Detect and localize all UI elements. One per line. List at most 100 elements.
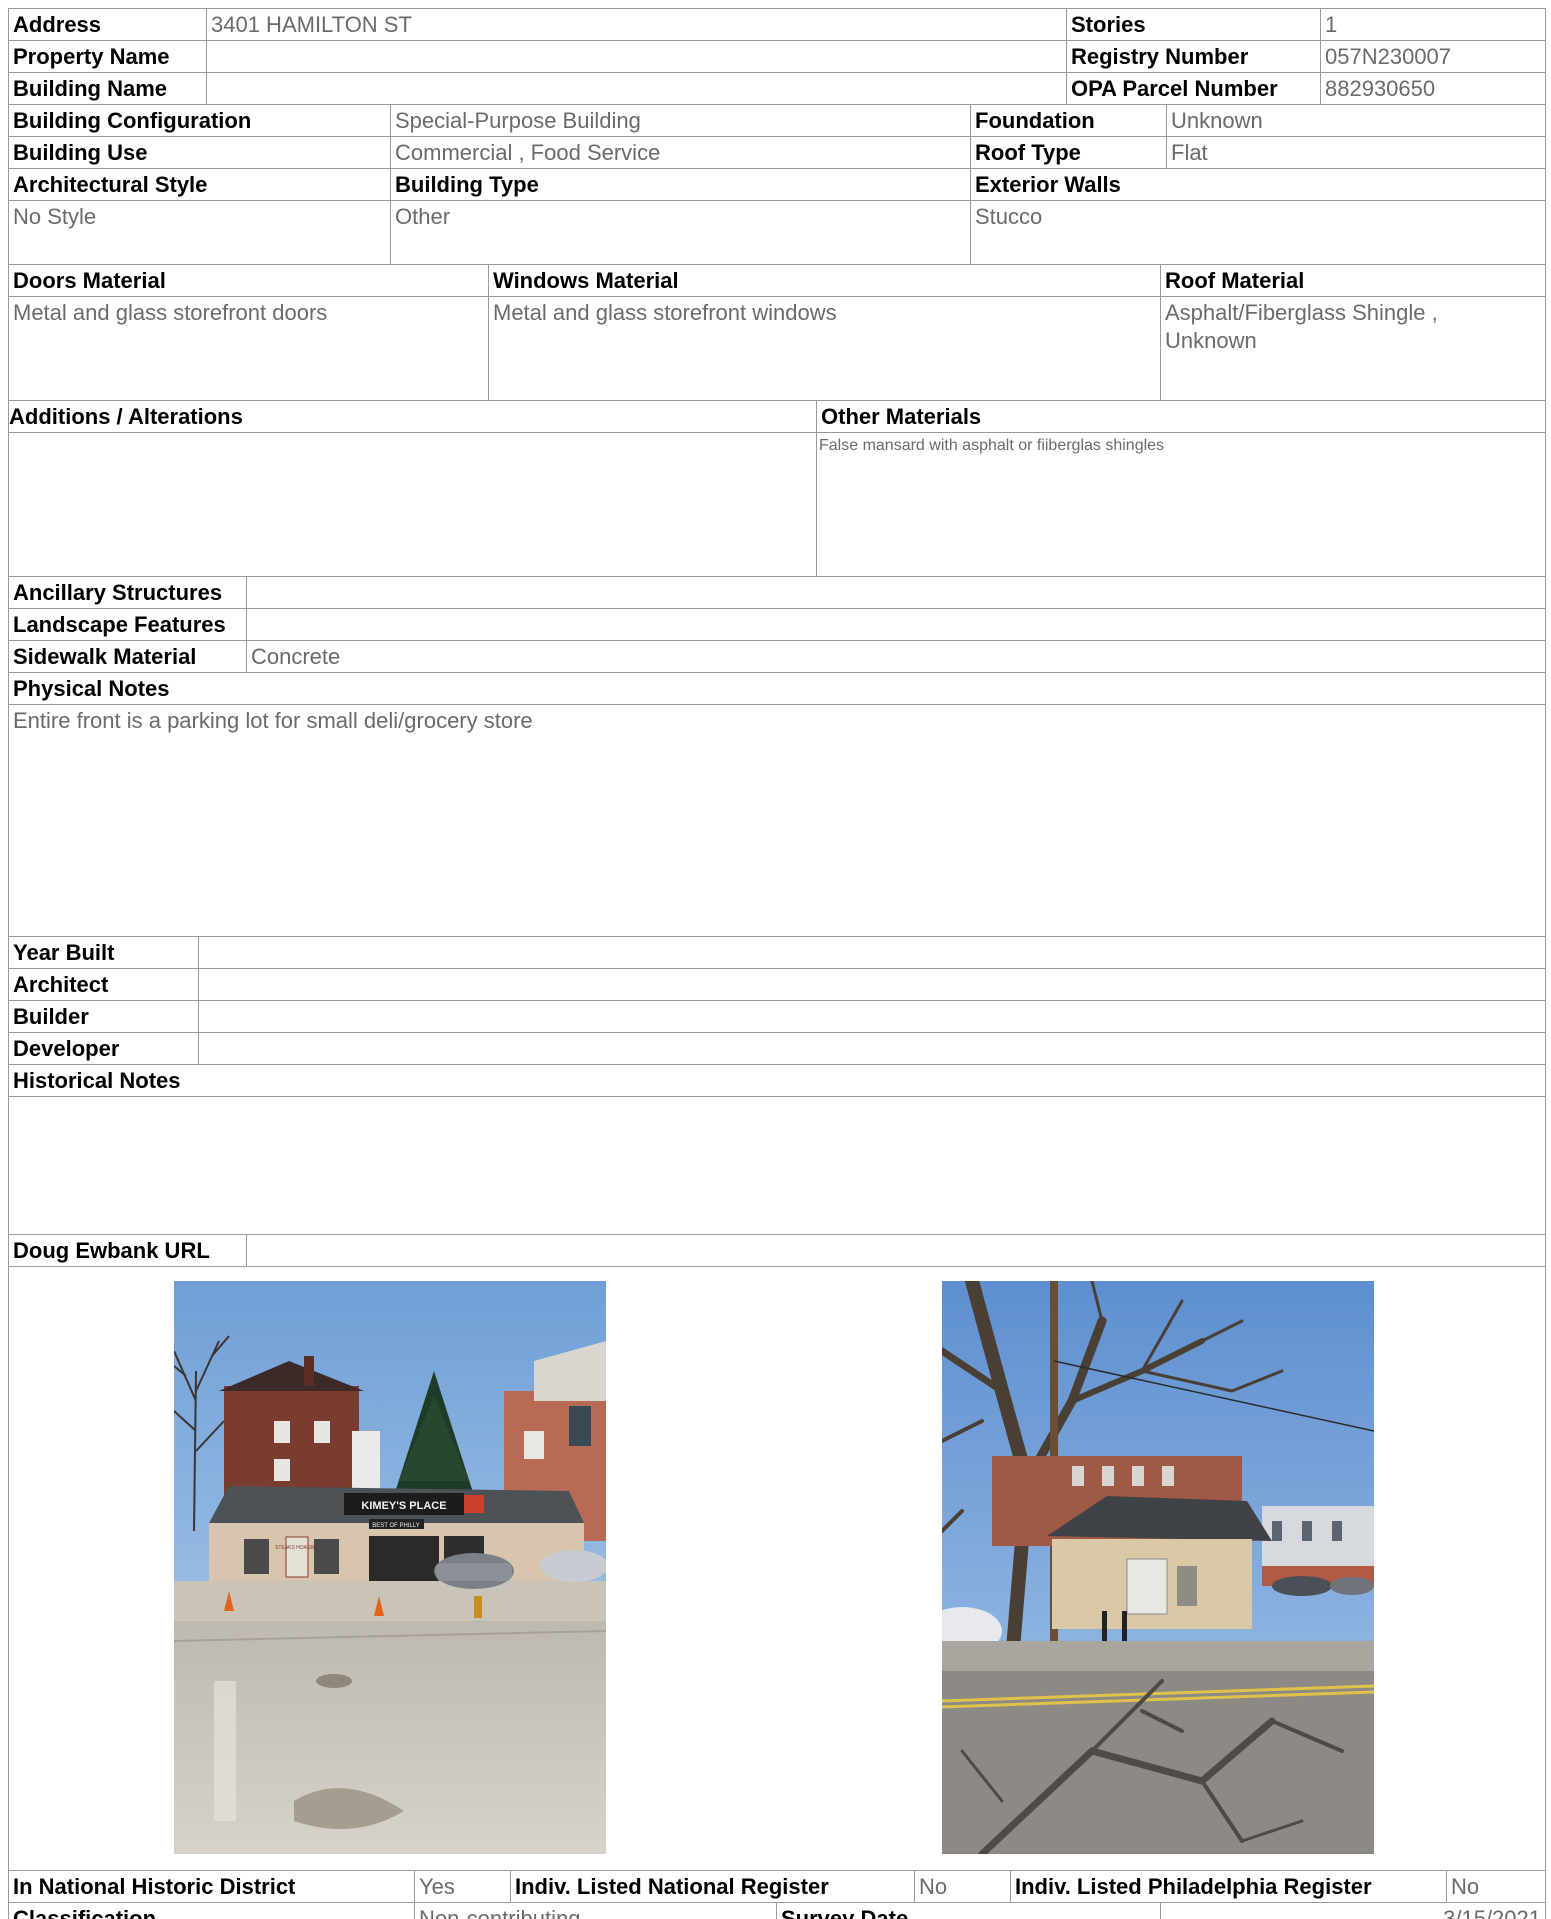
builder-value xyxy=(198,1000,1546,1032)
other-materials-value: False mansard with asphalt or fiiberglas… xyxy=(816,432,1546,576)
registry-number-value: 057N230007 xyxy=(1320,40,1546,72)
property-name-row: Property Name Registry Number 057N230007 xyxy=(8,40,1546,72)
storefront-small-sign: BEST OF PHILLY xyxy=(372,1523,419,1529)
builder-label: Builder xyxy=(8,1000,198,1032)
windows-material-label: Windows Material xyxy=(488,264,1160,296)
architect-row: Architect xyxy=(8,968,1546,1000)
roof-material-value-line1: Asphalt/Fiberglass Shingle , xyxy=(1165,300,1438,325)
roof-type-value: Flat xyxy=(1166,136,1546,168)
doug-ewbank-row: Doug Ewbank URL xyxy=(8,1234,1546,1266)
building-config-value: Special-Purpose Building xyxy=(390,104,970,136)
additions-label: Additions / Alterations xyxy=(8,400,816,432)
indiv-philadelphia-register-label: Indiv. Listed Philadelphia Register xyxy=(1010,1870,1446,1902)
photos-row: KIMEY'S PLACE BEST OF PHILLY STEAKS HOAG… xyxy=(8,1266,1546,1870)
architect-label: Architect xyxy=(8,968,198,1000)
architect-value xyxy=(198,968,1546,1000)
foundation-value: Unknown xyxy=(1166,104,1546,136)
style-values-row: No Style Other Stucco xyxy=(8,200,1546,264)
building-use-row: Building Use Commercial , Food Service R… xyxy=(8,136,1546,168)
exterior-walls-label: Exterior Walls xyxy=(970,168,1546,200)
additions-value xyxy=(8,432,816,576)
doug-ewbank-url-label: Doug Ewbank URL xyxy=(8,1234,246,1266)
building-type-label: Building Type xyxy=(390,168,970,200)
storefront-sign-text: KIMEY'S PLACE xyxy=(361,1500,446,1512)
windows-material-value: Metal and glass storefront windows xyxy=(488,296,1160,400)
roof-material-value-line2: Unknown xyxy=(1165,328,1257,353)
roof-type-label: Roof Type xyxy=(970,136,1166,168)
additions-values-row: False mansard with asphalt or fiiberglas… xyxy=(8,432,1546,576)
building-type-value: Other xyxy=(390,200,970,264)
sidewalk-row: Sidewalk Material Concrete xyxy=(8,640,1546,672)
register-row: In National Historic District Yes Indiv.… xyxy=(8,1870,1546,1902)
building-name-label: Building Name xyxy=(8,72,206,104)
property-survey-form: Address 3401 HAMILTON ST Stories 1 Prope… xyxy=(8,8,1546,1919)
address-value: 3401 HAMILTON ST xyxy=(206,8,1066,40)
sidewalk-material-label: Sidewalk Material xyxy=(8,640,246,672)
roof-material-label: Roof Material xyxy=(1160,264,1546,296)
developer-row: Developer xyxy=(8,1032,1546,1064)
national-historic-district-value: Yes xyxy=(414,1870,510,1902)
sidewalk-material-value: Concrete xyxy=(246,640,1546,672)
survey-date-value: 3/15/2021 xyxy=(1160,1902,1546,1919)
landscape-features-value xyxy=(246,608,1546,640)
arch-style-value: No Style xyxy=(8,200,390,264)
doors-material-value: Metal and glass storefront doors xyxy=(8,296,488,400)
classification-value: Non-contributing xyxy=(414,1902,776,1919)
foundation-label: Foundation xyxy=(970,104,1166,136)
developer-label: Developer xyxy=(8,1032,198,1064)
arch-style-label: Architectural Style xyxy=(8,168,390,200)
window-sign-text: STEAKS HOAGIES xyxy=(275,1545,320,1551)
registry-number-label: Registry Number xyxy=(1066,40,1320,72)
property-name-value xyxy=(206,40,1066,72)
survey-date-label: Survey Date xyxy=(776,1902,1160,1919)
physical-notes-label-row: Physical Notes xyxy=(8,672,1546,704)
materials-labels-row: Doors Material Windows Material Roof Mat… xyxy=(8,264,1546,296)
doors-material-label: Doors Material xyxy=(8,264,488,296)
stories-label: Stories xyxy=(1066,8,1320,40)
address-label: Address xyxy=(8,8,206,40)
opa-parcel-label: OPA Parcel Number xyxy=(1066,72,1320,104)
style-labels-row: Architectural Style Building Type Exteri… xyxy=(8,168,1546,200)
indiv-national-register-label: Indiv. Listed National Register xyxy=(510,1870,914,1902)
exterior-walls-value: Stucco xyxy=(970,200,1546,264)
physical-notes-value-row: Entire front is a parking lot for small … xyxy=(8,704,1546,936)
ancillary-row: Ancillary Structures xyxy=(8,576,1546,608)
materials-values-row: Metal and glass storefront doors Metal a… xyxy=(8,296,1546,400)
other-materials-label: Other Materials xyxy=(816,400,1546,432)
developer-value xyxy=(198,1032,1546,1064)
classification-label: Classification xyxy=(8,1902,414,1919)
historical-notes-label-row: Historical Notes xyxy=(8,1064,1546,1096)
building-name-value xyxy=(206,72,1066,104)
historical-notes-value xyxy=(8,1096,1546,1234)
stories-value: 1 xyxy=(1320,8,1546,40)
historical-notes-value-row xyxy=(8,1096,1546,1234)
year-built-row: Year Built xyxy=(8,936,1546,968)
national-historic-district-label: In National Historic District xyxy=(8,1870,414,1902)
building-photo-storefront: KIMEY'S PLACE BEST OF PHILLY STEAKS HOAG… xyxy=(174,1281,606,1854)
additions-labels-row: Additions / Alterations Other Materials xyxy=(8,400,1546,432)
physical-notes-value: Entire front is a parking lot for small … xyxy=(8,704,1546,936)
classification-row: Classification Non-contributing Survey D… xyxy=(8,1902,1546,1919)
building-use-value: Commercial , Food Service xyxy=(390,136,970,168)
photos-container: KIMEY'S PLACE BEST OF PHILLY STEAKS HOAG… xyxy=(8,1266,1546,1870)
address-row: Address 3401 HAMILTON ST Stories 1 xyxy=(8,8,1546,40)
property-name-label: Property Name xyxy=(8,40,206,72)
landscape-features-label: Landscape Features xyxy=(8,608,246,640)
ancillary-structures-label: Ancillary Structures xyxy=(8,576,246,608)
building-config-row: Building Configuration Special-Purpose B… xyxy=(8,104,1546,136)
opa-parcel-value: 882930650 xyxy=(1320,72,1546,104)
historical-notes-label: Historical Notes xyxy=(8,1064,1546,1096)
building-name-row: Building Name OPA Parcel Number 88293065… xyxy=(8,72,1546,104)
year-built-label: Year Built xyxy=(8,936,198,968)
indiv-philadelphia-register-value: No xyxy=(1446,1870,1546,1902)
physical-notes-label: Physical Notes xyxy=(8,672,1546,704)
landscape-row: Landscape Features xyxy=(8,608,1546,640)
building-use-label: Building Use xyxy=(8,136,390,168)
indiv-national-register-value: No xyxy=(914,1870,1010,1902)
ancillary-structures-value xyxy=(246,576,1546,608)
year-built-value xyxy=(198,936,1546,968)
building-photo-side xyxy=(942,1281,1374,1854)
builder-row: Builder xyxy=(8,1000,1546,1032)
building-config-label: Building Configuration xyxy=(8,104,390,136)
doug-ewbank-url-value[interactable] xyxy=(246,1234,1546,1266)
